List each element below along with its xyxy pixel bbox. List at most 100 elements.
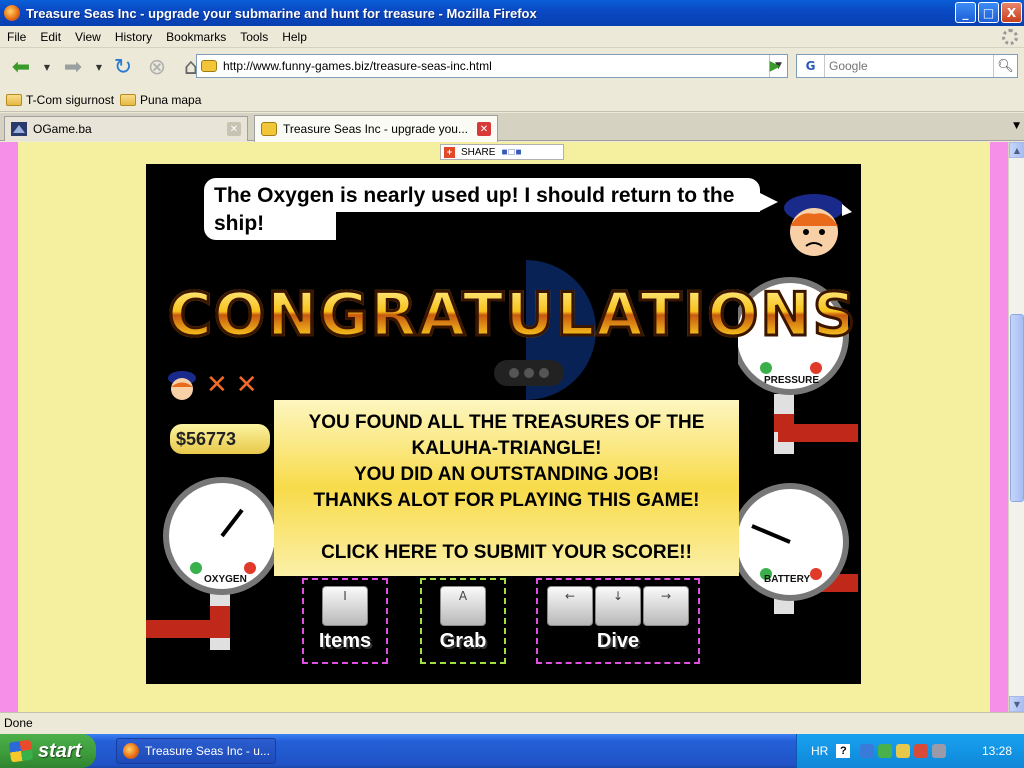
share-label: SHARE [461,146,496,158]
window-controls: _ □ X [955,2,1022,23]
tab-ogame[interactable]: OGame.ba ✕ [4,116,248,141]
tray-app-icon[interactable] [878,744,893,758]
status-bar: Done [0,712,1024,734]
grab-label: Grab [439,629,487,652]
share-services-icon: ■□■ [501,146,523,158]
tray-app-icon[interactable] [914,744,929,758]
close-button[interactable]: X [1001,2,1022,23]
key-i[interactable]: I [322,585,368,626]
menu-bookmarks[interactable]: Bookmarks [159,30,233,44]
page-content: + SHARE ■□■ PRESSURE BATTERY OXYGEN The … [0,142,1008,712]
pressure-label: PRESSURE [764,375,820,386]
tab-close-icon[interactable]: ✕ [477,122,491,136]
menu-file[interactable]: File [0,30,33,44]
ogame-favicon [11,122,27,136]
submit-score-panel[interactable]: YOU FOUND ALL THE TREASURES OF THE KALUH… [274,400,739,576]
money-display: $56773 [170,424,270,454]
bookmark-t-com[interactable]: T-Com sigurnost [6,93,114,107]
menu-tools[interactable]: Tools [233,30,275,44]
bookmark-label: T-Com sigurnost [26,92,115,107]
menu-edit[interactable]: Edit [33,30,68,44]
go-arrow-icon: ▶ [769,58,781,74]
left-border-strip [0,142,18,712]
plus-icon: + [444,146,455,158]
tab-treasure-seas[interactable]: Treasure Seas Inc - upgrade you... ✕ [254,115,498,142]
back-arrow-icon: ⬅ [11,54,31,80]
share-button[interactable]: + SHARE ■□■ [440,144,564,160]
scroll-down-icon[interactable]: ▼ [1009,696,1024,712]
start-button[interactable]: start [0,734,96,768]
bookmark-puna-mapa[interactable]: Puna mapa [120,93,201,107]
site-identity-icon[interactable] [201,60,217,72]
navigation-toolbar: ⬅ ▼ ➡ ▼ ↻ ⊗ ⌂ http://www.funny-games.biz… [0,48,1024,86]
oxygen-gauge [146,477,281,650]
tray-volume-icon[interactable] [932,744,947,758]
speech-bubble-cutout [336,212,766,244]
search-engine-selector[interactable]: G [797,55,825,77]
go-button[interactable]: ▶ [764,56,786,76]
minimize-button[interactable]: _ [955,2,976,23]
url-bar[interactable]: http://www.funny-games.biz/treasure-seas… [196,54,788,78]
bookmarks-toolbar: T-Com sigurnost Puna mapa [0,88,1024,112]
folder-icon [6,93,22,106]
firefox-icon [4,5,20,21]
diver-life-icon [168,371,196,400]
menu-history[interactable]: History [108,30,159,44]
key-right[interactable]: → [643,585,689,626]
language-indicator[interactable]: HR [811,744,828,758]
lost-life-x-icon: ✕ [235,370,258,400]
grab-control[interactable]: A Grab [420,578,506,664]
search-magnifier-icon[interactable]: 🔍︎ [993,55,1017,77]
forward-button[interactable]: ➡ [56,52,90,82]
throbber-icon [1002,29,1018,45]
firefox-icon [123,743,139,759]
back-button[interactable]: ⬅ [4,52,38,82]
windows-taskbar: start Treasure Seas Inc - u... HR ? 13:2… [0,734,1024,768]
game-canvas[interactable]: PRESSURE BATTERY OXYGEN The Oxygen is ne… [146,164,861,684]
menu-help[interactable]: Help [275,30,314,44]
reload-icon: ↻ [113,54,133,80]
reload-button[interactable]: ↻ [108,52,138,82]
back-history-dropdown[interactable]: ▼ [42,52,52,82]
tab-close-icon[interactable]: ✕ [227,122,241,136]
items-control[interactable]: I Items [302,578,388,664]
key-a[interactable]: A [440,585,486,626]
scroll-up-icon[interactable]: ▲ [1009,142,1024,158]
dive-control[interactable]: ← ↓ → Dive [536,578,700,664]
stop-button[interactable]: ⊗ [142,52,172,82]
scrollbar-thumb[interactable] [1010,314,1024,502]
win-message-line: YOU DID AN OUTSTANDING JOB! [353,464,660,485]
taskbar-firefox-window[interactable]: Treasure Seas Inc - u... [116,738,276,764]
tab-bar: OGame.ba ✕ Treasure Seas Inc - upgrade y… [0,113,1024,142]
dive-keys: ← ↓ → [547,585,689,626]
stop-icon: ⊗ [147,54,167,80]
clock[interactable]: 13:28 [982,744,1012,758]
tray-network-icon[interactable] [860,744,875,758]
help-icon[interactable]: ? [836,744,851,758]
lost-life-x-icon: ✕ [206,370,228,400]
key-down[interactable]: ↓ [595,585,641,626]
taskbar-item-label: Treasure Seas Inc - u... [145,744,270,758]
menu-bar: File Edit View History Bookmarks Tools H… [0,26,1024,48]
vertical-scrollbar[interactable]: ▲ ▼ [1008,142,1024,712]
url-text[interactable]: http://www.funny-games.biz/treasure-seas… [223,59,769,73]
items-label: Items [318,629,372,652]
search-input[interactable] [825,59,993,73]
right-border-strip [990,142,1008,712]
key-left[interactable]: ← [547,585,593,626]
maximize-button[interactable]: □ [978,2,999,23]
bookmark-label: Puna mapa [140,92,202,107]
win-message-line: KALUHA-TRIANGLE! [411,438,602,459]
tab-list-chevron-icon[interactable]: ▼ [1013,121,1020,131]
site-favicon [261,122,277,136]
menu-view[interactable]: View [68,30,108,44]
submit-score-link[interactable]: CLICK HERE TO SUBMIT YOUR SCORE!! [274,540,739,566]
captain-avatar [784,194,852,256]
tray-app-icon[interactable] [896,744,911,758]
forward-history-dropdown[interactable]: ▼ [94,52,104,82]
battery-label: BATTERY [764,574,811,585]
system-tray: HR ? 13:28 [796,734,1024,768]
window-title: Treasure Seas Inc - upgrade your submari… [26,5,537,21]
search-bar[interactable]: G 🔍︎ [796,54,1018,78]
tab-label: OGame.ba [33,122,92,136]
